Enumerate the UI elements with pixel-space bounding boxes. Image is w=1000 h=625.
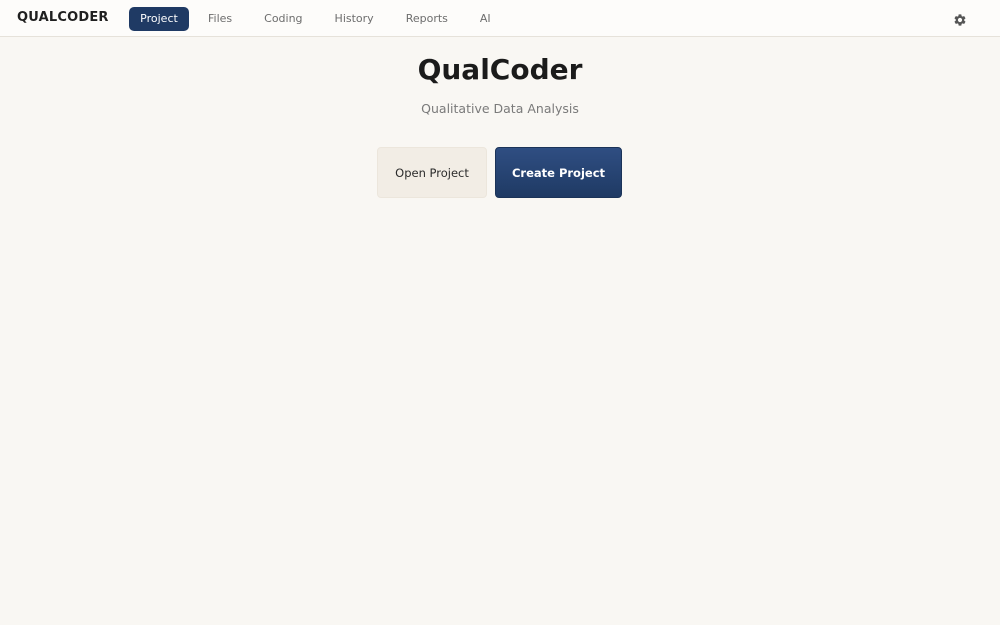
open-project-button[interactable]: Open Project bbox=[377, 147, 487, 198]
page-subtitle: Qualitative Data Analysis bbox=[421, 101, 579, 116]
top-navigation-bar: QUALCODER Project Files Coding History R… bbox=[0, 0, 1000, 37]
tab-reports[interactable]: Reports bbox=[393, 7, 461, 31]
main-nav: Project Files Coding History Reports AI bbox=[129, 7, 510, 31]
page-title: QualCoder bbox=[417, 53, 583, 86]
gear-icon[interactable] bbox=[953, 12, 967, 26]
create-project-button[interactable]: Create Project bbox=[495, 147, 622, 198]
tab-files[interactable]: Files bbox=[195, 7, 245, 31]
tab-coding[interactable]: Coding bbox=[251, 7, 315, 31]
tab-history[interactable]: History bbox=[322, 7, 387, 31]
tab-project[interactable]: Project bbox=[129, 7, 189, 31]
app-brand: QUALCODER bbox=[17, 10, 109, 25]
tab-ai[interactable]: AI bbox=[467, 7, 504, 31]
